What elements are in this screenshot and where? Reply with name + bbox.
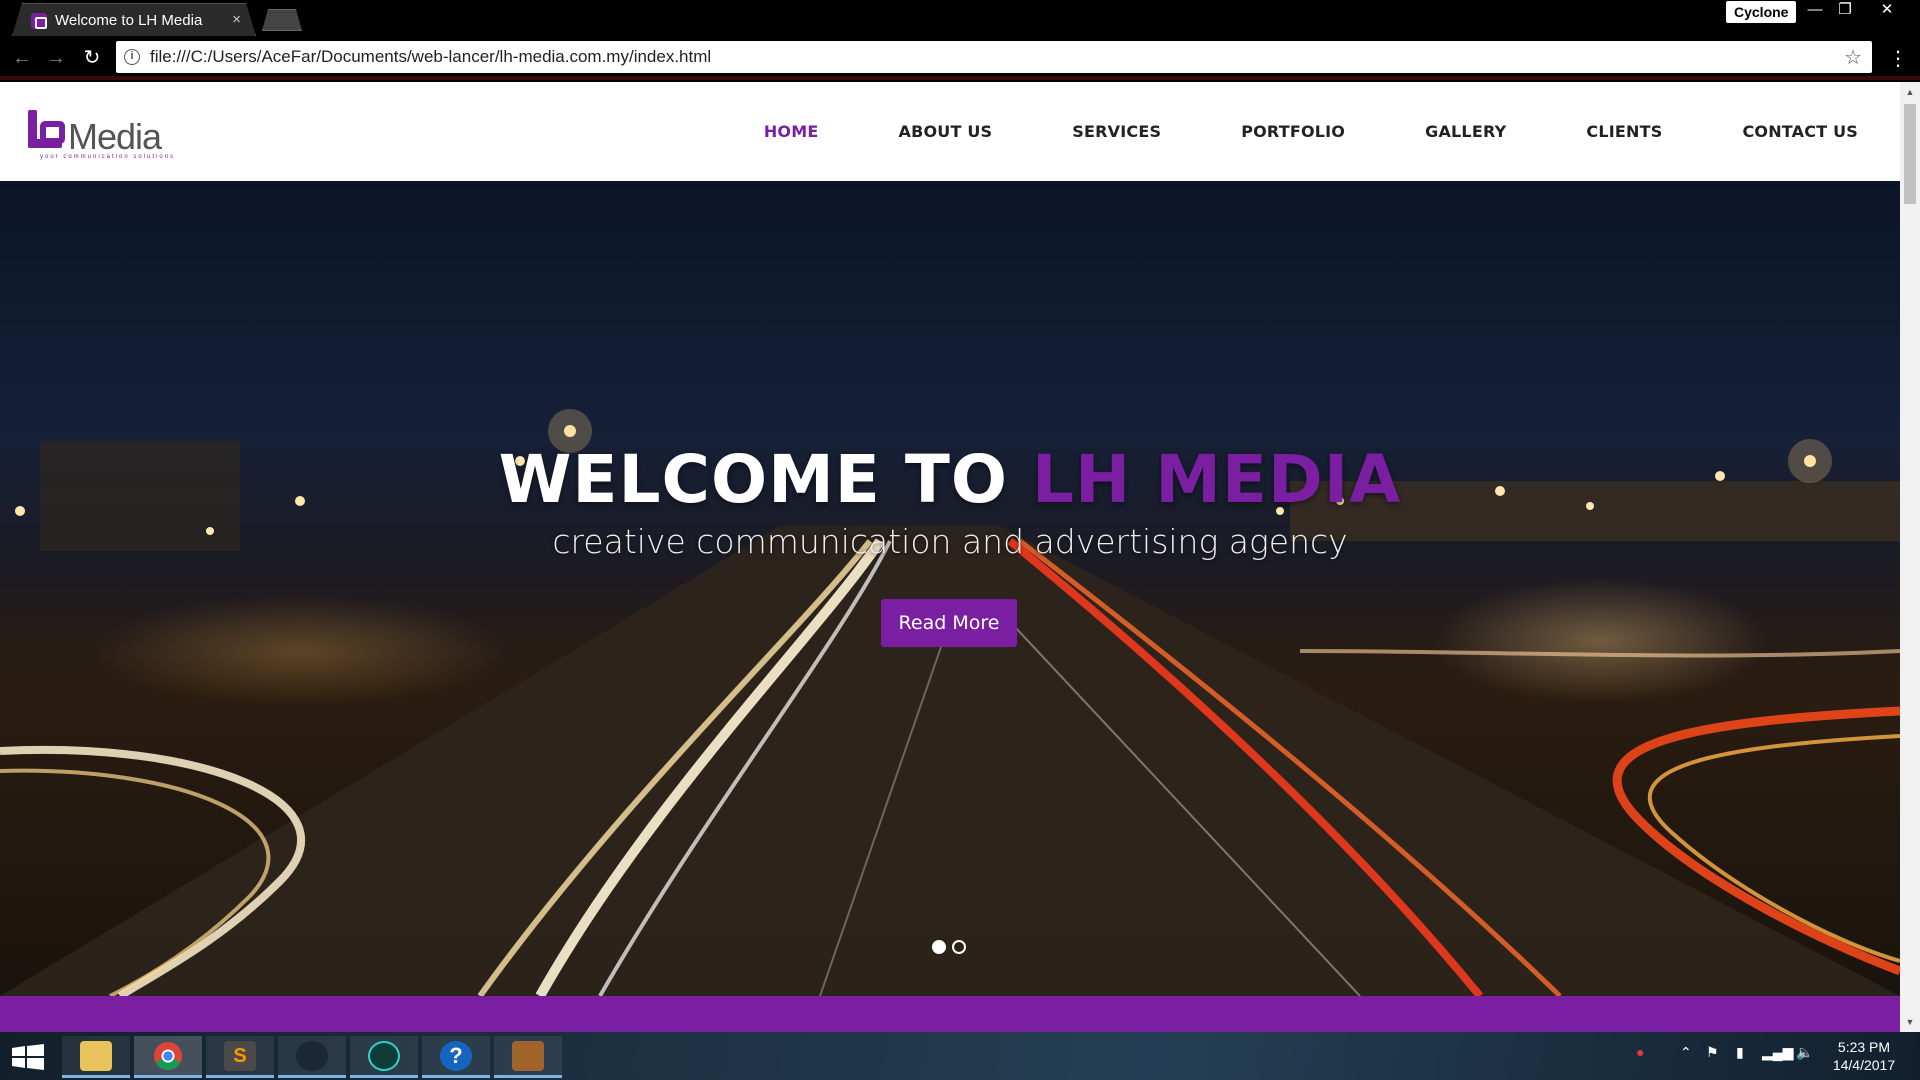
logo-wordmark: Media [68,116,162,157]
site-header: Media your communication solutions HOME … [0,82,1900,181]
browser-titlebar: Welcome to LH Media × Cyclone — ❐ ✕ [0,0,1920,36]
slider-dot-1[interactable] [932,940,946,954]
browser-tab[interactable]: Welcome to LH Media × [12,3,256,36]
system-clock[interactable]: 5:23 PM 14/4/2017 [1824,1038,1904,1074]
network-icon[interactable]: ▂▄▆ [1762,1044,1793,1061]
web-page: Media your communication solutions HOME … [0,82,1900,1032]
taskbar-sublime-text[interactable]: S [206,1036,274,1078]
night-highway-background [0,409,1900,996]
folder-icon [80,1041,112,1071]
hero-subtitle: creative communication and advertising a… [552,522,1348,561]
url-input[interactable] [150,45,1810,69]
sublime-text-icon: S [224,1041,256,1071]
flag-icon[interactable]: ⚑ [1706,1044,1719,1061]
logo-tagline: your communication solutions [40,154,176,160]
nav-about-us[interactable]: ABOUT US [899,122,993,141]
close-window-button[interactable]: ✕ [1872,0,1902,22]
back-button[interactable]: ← [10,46,34,70]
archive-icon [512,1041,544,1071]
help-icon: ? [440,1041,472,1071]
lh-logo-mark-icon [28,110,65,148]
taskbar-help[interactable]: ? [422,1036,490,1078]
address-bar[interactable]: i ☆ [116,41,1872,73]
site-logo[interactable]: Media your communication solutions [26,104,176,164]
info-icon[interactable]: i [124,49,140,65]
tab-close-icon[interactable]: × [232,11,241,28]
read-more-button[interactable]: Read More [881,599,1017,647]
site-favicon-icon [31,13,47,29]
taskbar-file-explorer[interactable] [62,1036,130,1078]
minimize-button[interactable]: — [1800,0,1830,22]
battery-icon[interactable]: ▮ [1736,1044,1744,1061]
nav-gallery[interactable]: GALLERY [1425,122,1506,141]
page-scrollbar[interactable]: ▲ ▼ [1900,82,1920,1032]
nav-services[interactable]: SERVICES [1072,122,1161,141]
nav-clients[interactable]: CLIENTS [1586,122,1662,141]
windows-taskbar: S ? ● ⌃ ⚑ ▮ ▂▄▆ 🔈 5:23 PM 14/4/2017 [0,1032,1920,1080]
new-tab-button[interactable] [262,9,302,31]
hero-title-brand: LH MEDIA [1031,441,1402,518]
chrome-icon [153,1041,183,1071]
windows-start-icon[interactable] [10,1044,46,1070]
taskbar-archive[interactable] [494,1036,562,1078]
scroll-down-icon[interactable]: ▼ [1900,1014,1920,1030]
clock-time: 5:23 PM [1837,1039,1891,1055]
taskbar-steam[interactable] [278,1036,346,1078]
taskbar-app-5[interactable] [350,1036,418,1078]
nav-portfolio[interactable]: PORTFOLIO [1241,122,1345,141]
taskbar-chrome[interactable] [134,1036,202,1078]
bookmark-star-icon[interactable]: ☆ [1844,45,1862,70]
steam-icon [296,1041,328,1071]
notification-alert-icon[interactable]: ● [1636,1044,1644,1060]
volume-muted-icon[interactable]: 🔈 [1796,1044,1813,1061]
app-5-icon [368,1041,400,1071]
forward-button[interactable]: → [44,46,68,70]
nav-home[interactable]: HOME [764,122,819,141]
purple-section-band [0,996,1900,1032]
main-navigation: HOME ABOUT US SERVICES PORTFOLIO GALLERY… [684,122,1858,141]
hero-title: WELCOME TO LH MEDIA [0,441,1900,518]
clock-date: 14/4/2017 [1832,1057,1896,1073]
scrollbar-thumb[interactable] [1904,104,1916,204]
profile-button[interactable]: Cyclone [1726,1,1797,23]
browser-toolbar: ← → ↻ i ☆ ⋮ [0,36,1920,80]
hero-title-prefix: WELCOME TO [498,441,1008,518]
browser-menu-icon[interactable]: ⋮ [1888,46,1908,71]
nav-contact-us[interactable]: CONTACT US [1742,122,1858,141]
show-hidden-icons-icon[interactable]: ⌃ [1680,1044,1692,1061]
restore-button[interactable]: ❐ [1830,0,1860,22]
slider-dot-2[interactable] [952,940,966,954]
scroll-up-icon[interactable]: ▲ [1900,84,1920,100]
reload-button[interactable]: ↻ [80,46,104,70]
tab-title: Welcome to LH Media [55,12,203,29]
slider-dots [932,940,966,954]
hero-slider: WELCOME TO LH MEDIA creative communicati… [0,181,1900,996]
